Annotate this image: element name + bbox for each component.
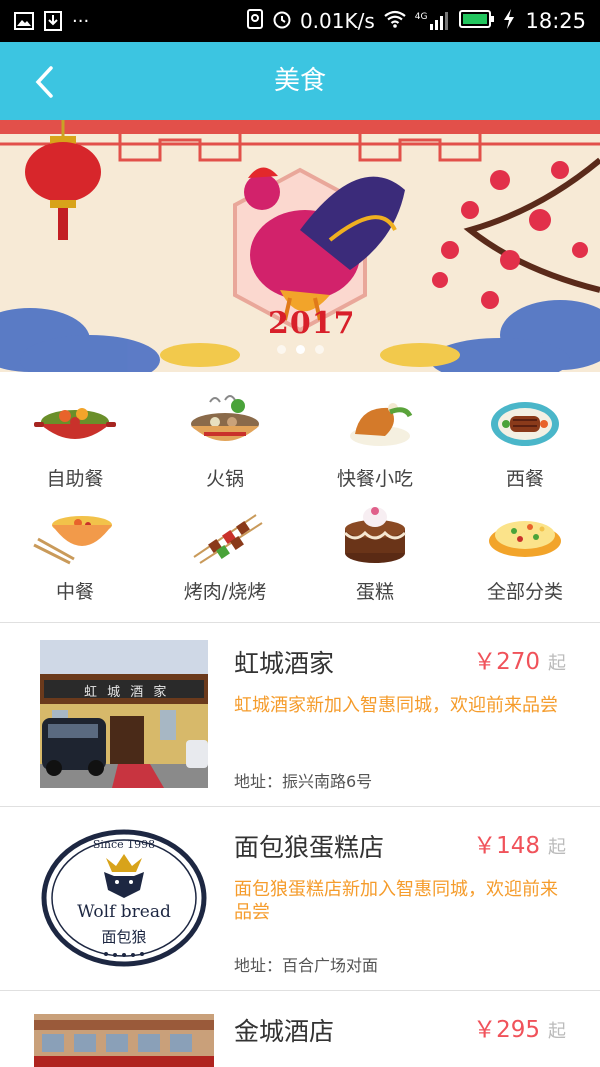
pagination-dot[interactable] [314, 345, 324, 354]
category-label: 蛋糕 [355, 581, 394, 603]
category-all[interactable]: 全部分类 [450, 497, 600, 615]
category-fast-food[interactable]: 快餐小吃 [300, 372, 450, 497]
shop-price: ￥270 起 [473, 642, 566, 676]
shop-name: 面包狼蛋糕店 [234, 833, 385, 862]
page-title: 美食 [273, 66, 326, 96]
shop-photo: 虹 城 酒 家 [40, 640, 208, 788]
category-label: 中餐 [55, 581, 94, 603]
shop-price: ￥295 起 [473, 1010, 566, 1044]
signal-icon: 4G [415, 12, 452, 30]
shop-address: 地址：振兴南路6号 [234, 772, 373, 791]
app-bar: 美食 [0, 42, 600, 120]
shop-list-item[interactable]: Since 1998 Wolf bread 面包狼 面包狼蛋糕店 ￥148 起 … [0, 806, 600, 990]
wifi-icon [383, 9, 407, 33]
category-label: 烤肉/烧烤 [183, 581, 267, 603]
image-icon [14, 12, 34, 30]
category-bbq[interactable]: 烤肉/烧烤 [150, 497, 300, 615]
category-chinese[interactable]: 中餐 [0, 497, 150, 615]
shop-description: 虹城酒家新加入智惠同城，欢迎前来品尝 [234, 695, 558, 716]
skewers-icon [193, 514, 263, 564]
fried-chicken-icon [350, 403, 413, 446]
category-label: 西餐 [505, 468, 544, 490]
download-icon [44, 11, 62, 31]
net-speed: 0.01K/s [299, 9, 375, 33]
charging-icon [503, 8, 515, 34]
pagination-dot[interactable] [276, 345, 286, 354]
shop-address: 地址：百合广场对面 [234, 956, 379, 975]
steak-plate-icon [491, 402, 559, 446]
category-label: 全部分类 [486, 581, 563, 603]
price-unit: 起 [548, 653, 566, 674]
shop-name: 金城酒店 [234, 1017, 335, 1046]
category-cake[interactable]: 蛋糕 [300, 497, 450, 615]
shop-price: ￥148 起 [473, 826, 566, 860]
alarm-icon [272, 9, 292, 34]
shop-photo [34, 1014, 214, 1067]
battery-icon [459, 9, 495, 34]
category-buffet[interactable]: 自助餐 [0, 372, 150, 497]
clock: 18:25 [525, 9, 586, 33]
price-unit: 起 [548, 837, 566, 858]
logo-since: Since 1998 [92, 838, 156, 851]
price-value: ￥270 [473, 649, 540, 675]
shop-list-item[interactable]: 金城酒店 ￥295 起 [0, 990, 600, 1067]
shop-logo: Since 1998 Wolf bread 面包狼 [40, 824, 208, 972]
shop-sign-text: 虹 城 酒 家 [84, 685, 170, 700]
location-icon [246, 8, 264, 34]
category-label: 自助餐 [46, 468, 104, 490]
network-type: 4G [414, 12, 428, 22]
shop-list-item[interactable]: 虹 城 酒 家 虹城酒家 ￥270 起 虹城酒家新加入智惠同城，欢迎前来品尝 地… [0, 622, 600, 806]
shop-description: 面包狼蛋糕店新加入智惠同城，欢迎前来品尝 [234, 879, 558, 923]
fried-rice-icon [489, 521, 561, 557]
price-value: ￥295 [473, 1017, 540, 1043]
promo-banner[interactable]: 2017 [0, 120, 600, 372]
category-label: 快餐小吃 [336, 468, 413, 490]
logo-brand-en: Wolf bread [77, 902, 171, 922]
category-hotpot[interactable]: 火锅 [150, 372, 300, 497]
pagination-dot-active[interactable] [295, 345, 305, 354]
category-label: 火锅 [205, 468, 244, 490]
more-notifications: ··· [72, 10, 90, 32]
price-value: ￥148 [473, 833, 540, 859]
category-western[interactable]: 西餐 [450, 372, 600, 497]
cake-icon [343, 507, 407, 563]
status-bar: ··· 0.01K/s 4G 18:25 [0, 0, 600, 42]
price-unit: 起 [548, 1021, 566, 1042]
shop-name: 虹城酒家 [234, 649, 335, 678]
banner-pagination [0, 345, 600, 354]
hotpot-icon [191, 395, 259, 441]
category-grid: 自助餐 火锅 快餐小吃 西餐 中餐 烤肉/烧烤 蛋糕 全部分类 [0, 372, 600, 622]
soup-bowl-chopsticks-icon [33, 516, 112, 565]
banner-year: 2017 [268, 306, 356, 341]
buffet-pot-icon [34, 408, 116, 439]
logo-brand-cn: 面包狼 [101, 928, 147, 946]
